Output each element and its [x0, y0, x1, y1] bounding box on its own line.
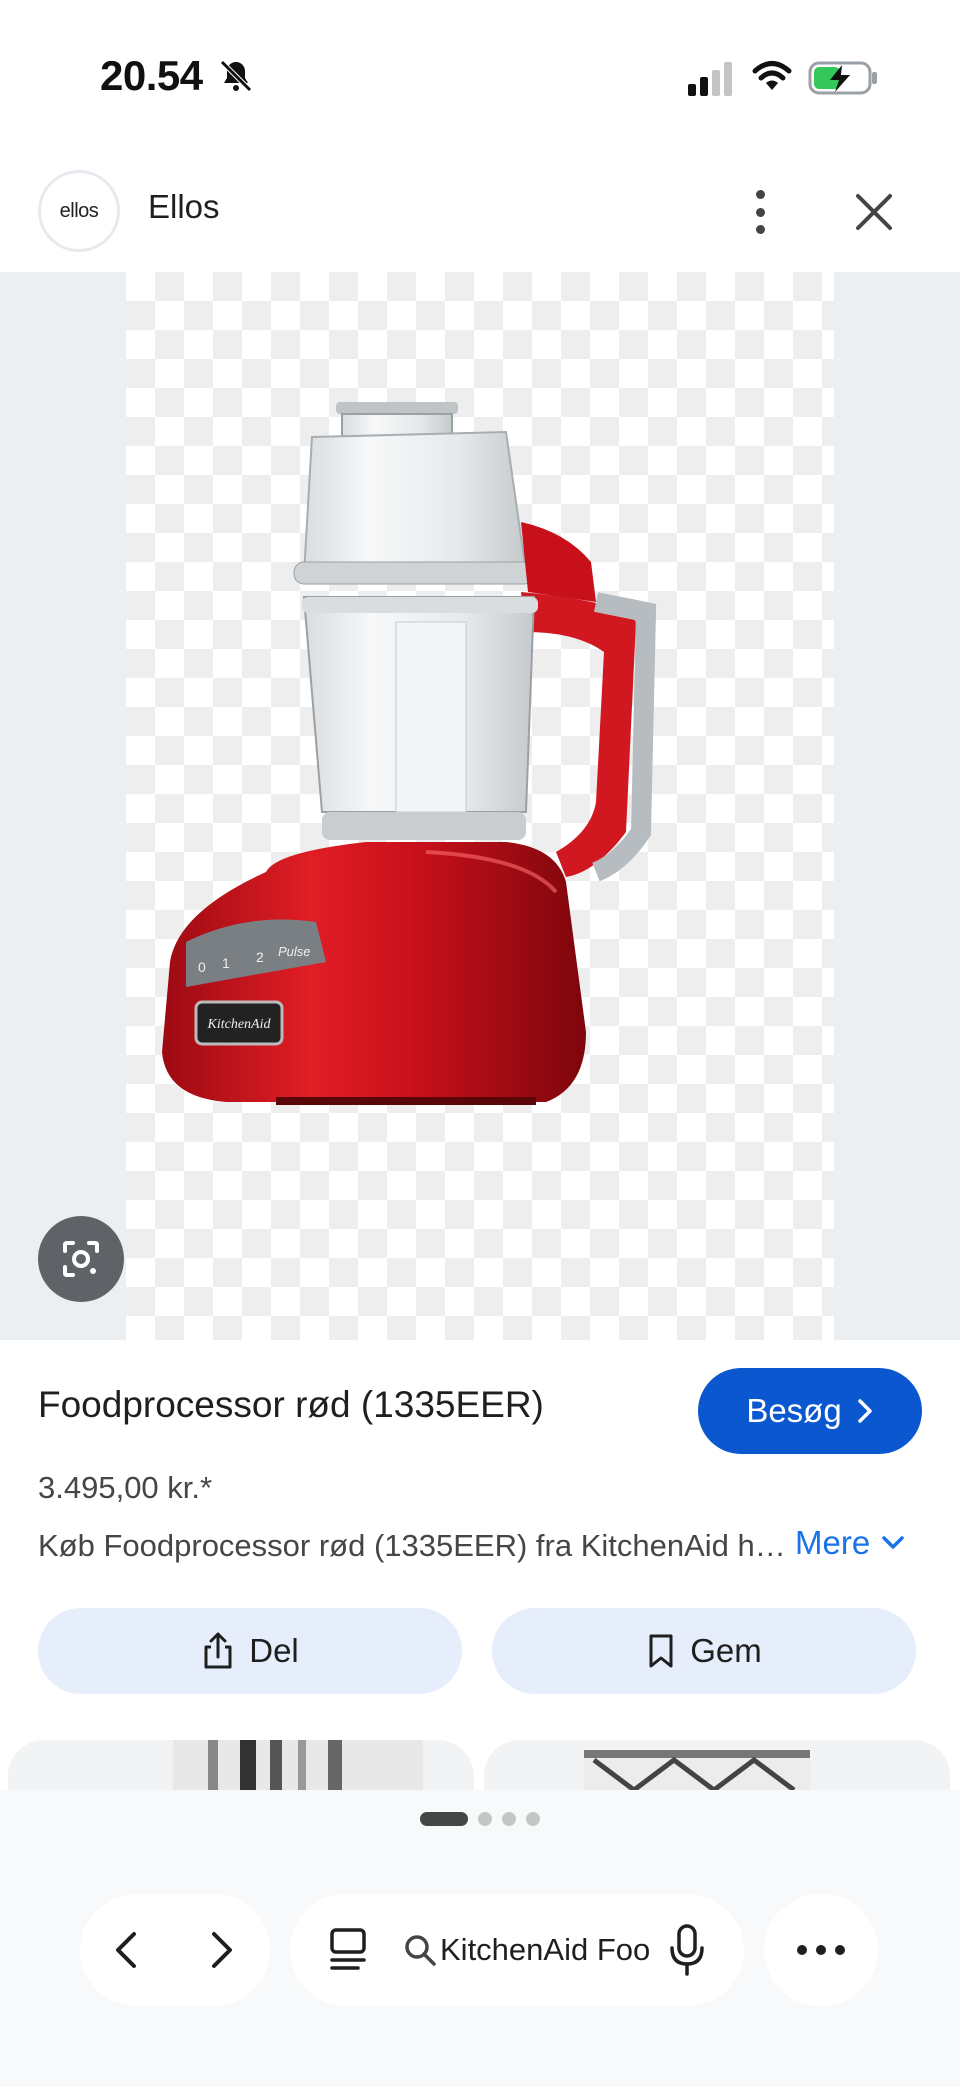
bottom-toolbar: KitchenAid Foodprocessor: [0, 1790, 960, 2087]
share-icon: [204, 1632, 232, 1669]
save-button-label: Gem: [690, 1632, 762, 1669]
cellular-signal-icon: [688, 62, 732, 96]
google-lens-icon: [63, 1241, 99, 1277]
speed-label-pulse: Pulse: [278, 944, 311, 959]
related-results: [0, 1740, 960, 1790]
site-name[interactable]: Ellos: [148, 188, 220, 226]
battery-charging-icon: [808, 61, 877, 95]
more-vertical-icon[interactable]: [740, 184, 780, 240]
bookmark-icon: [649, 1634, 673, 1668]
share-button[interactable]: Del: [38, 1608, 462, 1694]
site-logo[interactable]: ellos: [38, 170, 120, 252]
more-horizontal-icon[interactable]: [764, 1894, 878, 2006]
chevron-left-icon[interactable]: [100, 1922, 156, 1978]
related-card[interactable]: [8, 1740, 474, 1790]
product-image-viewer[interactable]: KitchenAid 0 1 2 Pulse: [0, 272, 960, 1340]
wifi-icon: [752, 61, 792, 90]
page-dot: [502, 1812, 516, 1826]
bell-slash-icon: [220, 60, 252, 92]
related-card[interactable]: [484, 1740, 950, 1790]
chevron-right-icon[interactable]: [192, 1922, 248, 1978]
search-bar[interactable]: KitchenAid Foodprocessor: [290, 1894, 744, 2006]
chevron-right-icon: [857, 1399, 872, 1423]
product-image: KitchenAid 0 1 2 Pulse: [162, 402, 657, 1105]
search-icon: [405, 1935, 436, 1966]
page-dot: [526, 1812, 540, 1826]
more-link-label: Mere: [795, 1524, 871, 1561]
search-query[interactable]: KitchenAid Foodprocessor: [440, 1932, 650, 1968]
navigation-pill: [80, 1894, 270, 2006]
product-description: Køb Foodprocessor rød (1335EER) fra Kitc…: [38, 1528, 790, 1563]
microphone-icon[interactable]: [666, 1920, 708, 1980]
speed-label-2: 2: [256, 949, 264, 965]
status-time: 20.54: [100, 52, 203, 99]
status-bar: 20.54: [0, 0, 960, 150]
page-indicator: [420, 1812, 540, 1826]
visit-button[interactable]: Besøg: [698, 1368, 922, 1454]
more-link[interactable]: Mere: [795, 1524, 906, 1562]
speed-label-0: 0: [198, 959, 206, 975]
close-icon[interactable]: [850, 188, 898, 236]
page-dot: [478, 1812, 492, 1826]
product-price: 3.495,00 kr.*: [38, 1470, 213, 1505]
page-dot: [420, 1812, 468, 1826]
share-button-label: Del: [249, 1632, 299, 1669]
brand-badge: KitchenAid: [207, 1017, 272, 1032]
related-thumbnail: [173, 1740, 423, 1790]
save-button[interactable]: Gem: [492, 1608, 916, 1694]
google-lens-button[interactable]: [38, 1216, 124, 1302]
product-title: Foodprocessor rød (1335EER): [38, 1384, 544, 1425]
speed-label-1: 1: [222, 955, 230, 971]
tabs-icon[interactable]: [324, 1924, 372, 1976]
chevron-down-icon: [882, 1536, 904, 1549]
related-thumbnail: [584, 1750, 810, 1790]
result-header: ellos Ellos: [0, 160, 960, 272]
visit-button-label: Besøg: [746, 1392, 842, 1429]
